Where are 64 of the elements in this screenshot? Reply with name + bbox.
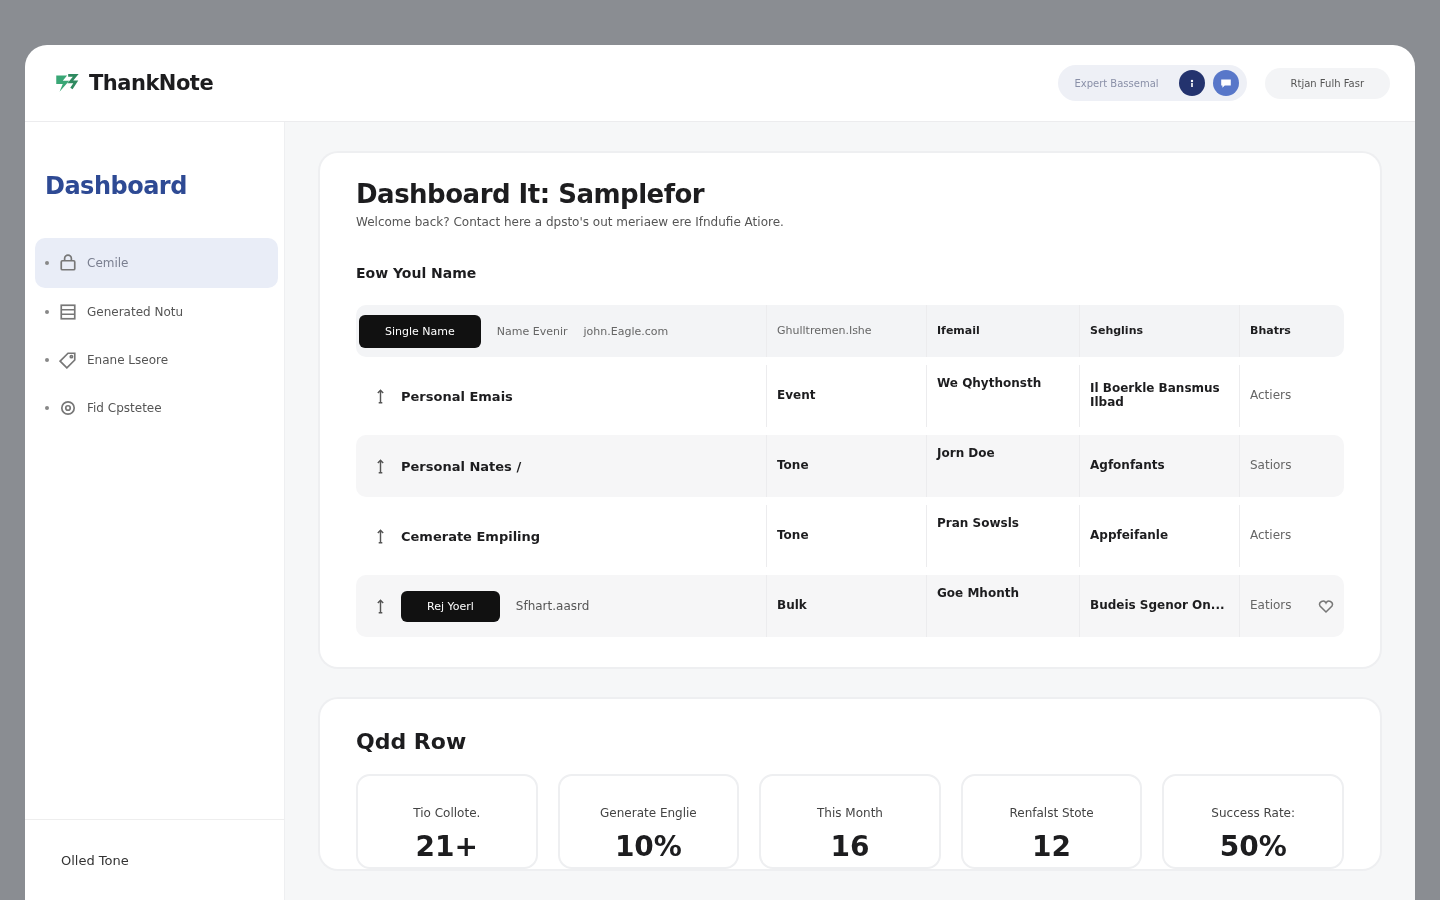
column-header: Ifemail xyxy=(937,324,980,338)
page-title: Dashboard It: Samplefor xyxy=(356,179,706,209)
nav-icon xyxy=(59,254,77,272)
stat-label: Generate Englie xyxy=(600,806,697,820)
stat-label: Renfalst Stote xyxy=(1009,806,1094,820)
table-cell: Tone xyxy=(777,529,809,543)
stat-value: 21+ xyxy=(415,830,478,863)
stat-value: 10% xyxy=(614,830,682,863)
account-button[interactable]: Rtjan Fulh Fasr xyxy=(1264,67,1390,99)
upload-icon xyxy=(376,598,385,614)
table-cell: Event xyxy=(777,389,816,403)
row-title: Cemerate Empiling xyxy=(401,528,541,544)
upload-icon xyxy=(376,528,385,544)
row-button[interactable]: Rej Yoerl xyxy=(401,590,500,622)
stat-value: 16 xyxy=(830,830,870,863)
column-header: Sehglins xyxy=(1090,324,1143,338)
sidebar-item[interactable]: Enane Lseore xyxy=(35,336,278,384)
table-row[interactable]: Personal Nates / Tone Jorn Doe Agfonfants Satiors xyxy=(356,435,1344,497)
header-text: john.Eagle.com xyxy=(583,324,669,338)
app-name: ThankNote xyxy=(89,71,214,95)
status-label: Expert Bassemal xyxy=(1074,77,1159,89)
table-cell: Jorn Doe xyxy=(937,447,995,461)
upload-icon xyxy=(376,388,385,404)
nav-icon xyxy=(59,351,77,369)
sidebar-item[interactable]: Generated Notu xyxy=(35,288,278,336)
table-cell: Pran Sowsls xyxy=(937,517,1019,531)
table-cell: Actiers xyxy=(1250,529,1292,543)
welcome-text: Welcome back? Contact here a dpsto's out meriaew ere Ifndufie Atiore. xyxy=(356,215,785,229)
table-cell: Tone xyxy=(777,459,809,473)
table-cell: We Qhythonsth xyxy=(937,377,1042,391)
table-cell: Goe Mhonth xyxy=(937,587,1019,601)
table-cell: Satiors xyxy=(1250,459,1292,473)
heart-icon[interactable] xyxy=(1318,598,1334,614)
table-cell: Agfonfants xyxy=(1090,459,1165,473)
sidebar-item[interactable]: Cemile xyxy=(35,238,278,288)
table-cell-text: Il Boerkle Bansmus Ilbad xyxy=(1090,382,1221,410)
table-cell: Budeis Sgenor On... xyxy=(1090,599,1225,613)
sidebar-item[interactable]: Fid Cpstetee xyxy=(35,384,278,432)
info-icon[interactable] xyxy=(1178,70,1205,96)
column-header: Bhatrs xyxy=(1250,324,1291,338)
stat-label: Tio Collote. xyxy=(413,806,481,820)
nav-icon xyxy=(59,303,77,321)
chat-icon[interactable] xyxy=(1212,70,1239,96)
sidebar-footer-link[interactable]: Olled Tone xyxy=(61,852,129,868)
table-cell: Actiers xyxy=(1250,389,1292,403)
stat-label: This Month xyxy=(817,806,883,820)
stat-label: Success Rate: xyxy=(1211,806,1296,820)
section-title: Qdd Row xyxy=(356,729,468,754)
column-header: Ghulltremen.Ishe xyxy=(777,324,872,338)
table-row[interactable]: Rej Yoerl Sfhart.aasrd Bulk Goe Mhonth Budeis Sgenor On... Eatiors xyxy=(356,575,1344,637)
section-label: Eow Youl Name xyxy=(356,265,478,281)
table-cell: Eatiors xyxy=(1250,599,1292,613)
single-name-button[interactable]: Single Name xyxy=(359,314,481,348)
stat-value: 12 xyxy=(1032,830,1072,863)
table-cell: Bulk xyxy=(777,599,807,613)
row-title: Personal Emais xyxy=(401,388,513,404)
sidebar-title: Dashboard xyxy=(45,172,188,200)
row-title: Sfhart.aasrd xyxy=(515,599,590,613)
stat-value: 50% xyxy=(1219,830,1287,863)
upload-icon xyxy=(376,458,385,474)
header-text: Name Evenir xyxy=(496,324,568,338)
table-cell: Appfeifanle xyxy=(1090,529,1169,543)
row-title: Personal Nates / xyxy=(401,458,522,474)
nav-icon xyxy=(59,399,77,417)
